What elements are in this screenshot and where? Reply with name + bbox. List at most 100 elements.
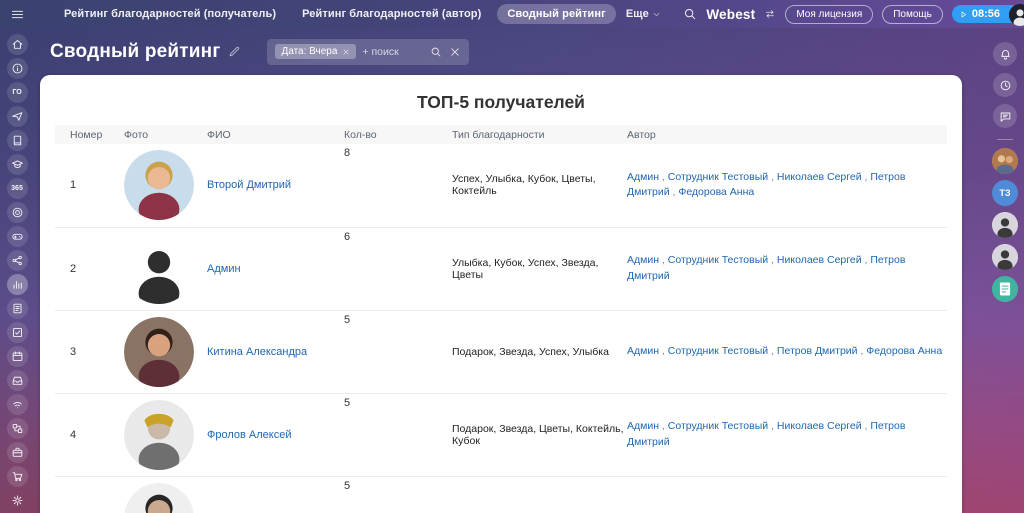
- document-icon: [11, 302, 24, 315]
- ranking-table-wrap: НомерФотоФИОКол-воТип благодарностиАвтор…: [40, 125, 962, 513]
- sidebar-item-settings[interactable]: [7, 490, 28, 511]
- author-link[interactable]: Николаев Сергей: [777, 254, 862, 266]
- chat-avatar-0[interactable]: [992, 148, 1018, 174]
- tab-1[interactable]: Рейтинг благодарностей (автор): [292, 4, 491, 24]
- recipient-link[interactable]: Китина Александра: [207, 346, 307, 358]
- more-label: Еще: [626, 8, 649, 20]
- author-link[interactable]: Федорова Анна: [866, 345, 942, 357]
- sidebar-item-company[interactable]: [7, 442, 28, 463]
- filter-chip[interactable]: Дата: Вчера: [275, 44, 356, 59]
- author-link[interactable]: Федорова Анна: [678, 186, 754, 198]
- cell-count: 8: [342, 144, 450, 227]
- filter-search-input[interactable]: [362, 46, 424, 58]
- timer-label: 08:56: [972, 8, 1000, 20]
- sidebar-item-go[interactable]: ГО: [7, 82, 28, 103]
- author-link[interactable]: Петров Дмитрий: [777, 345, 858, 357]
- home-icon: [11, 38, 24, 51]
- sidebar-item-games[interactable]: [7, 226, 28, 247]
- user-avatar[interactable]: [1009, 4, 1024, 26]
- row-photo[interactable]: [124, 317, 194, 387]
- row-photo[interactable]: [124, 150, 194, 220]
- row-photo[interactable]: [124, 234, 194, 304]
- author-link[interactable]: Сотрудник Тестовый: [668, 345, 768, 357]
- timer-button[interactable]: 08:56: [952, 5, 1020, 23]
- author-link[interactable]: Админ: [627, 345, 659, 357]
- pencil-icon[interactable]: [228, 45, 241, 58]
- tab-2[interactable]: Сводный рейтинг: [497, 4, 615, 24]
- sidebar-item-news[interactable]: [7, 298, 28, 319]
- sidebar-item-dove[interactable]: [7, 106, 28, 127]
- sidebar-item-feed[interactable]: [7, 58, 28, 79]
- table-row: 3Китина Александра5Подарок, Звезда, Успе…: [55, 310, 947, 393]
- sidebar-item-rating[interactable]: [7, 274, 28, 295]
- cell-types: Подарок, Звезда, Успех, Улыбка: [450, 310, 625, 393]
- tab-more[interactable]: Еще: [616, 4, 671, 24]
- chat-avatar-2[interactable]: [992, 212, 1018, 238]
- sidebar-item-knowledge[interactable]: [7, 130, 28, 151]
- row-photo[interactable]: [124, 483, 194, 513]
- chat-avatar-1[interactable]: ТЗ: [992, 180, 1018, 206]
- cell-number: [55, 476, 122, 513]
- sidebar-item-market[interactable]: [7, 466, 28, 487]
- author-link[interactable]: Николаев Сергей: [777, 420, 862, 432]
- recipient-link[interactable]: Админ: [207, 263, 241, 275]
- cell-photo: [122, 310, 205, 393]
- author-link[interactable]: Админ: [627, 171, 659, 183]
- gamepad-icon: [11, 230, 24, 243]
- chat-avatar-3[interactable]: [992, 244, 1018, 270]
- author-link[interactable]: Сотрудник Тестовый: [668, 420, 768, 432]
- left-sidebar: ГО 365: [0, 28, 34, 513]
- author-separator: ,: [659, 254, 668, 266]
- row-photo[interactable]: [124, 400, 194, 470]
- cell-number: 4: [55, 393, 122, 476]
- filter-bar[interactable]: Дата: Вчера: [267, 39, 469, 65]
- sidebar-item-processes[interactable]: [7, 418, 28, 439]
- cell-authors: Админ , Сотрудник Тестовый , Николаев Се…: [625, 144, 947, 227]
- menu-button[interactable]: [0, 7, 34, 22]
- filter-search-icon[interactable]: [430, 46, 442, 58]
- sidebar-item-rewards[interactable]: [7, 202, 28, 223]
- column-header-1: Фото: [122, 125, 205, 144]
- main-area: Сводный рейтинг Дата: Вчера ТОП-5 получа…: [34, 28, 986, 513]
- chip-close-icon[interactable]: [342, 48, 350, 56]
- sidebar-item-365[interactable]: 365: [7, 178, 28, 199]
- brand-label[interactable]: Webest: [706, 7, 755, 22]
- page-header: Сводный рейтинг Дата: Вчера: [40, 28, 962, 75]
- ranking-table: НомерФотоФИОКол-воТип благодарностиАвтор…: [55, 125, 947, 513]
- author-separator: ,: [659, 420, 668, 432]
- author-separator: ,: [768, 254, 777, 266]
- sidebar-item-network[interactable]: [7, 394, 28, 415]
- search-icon[interactable]: [683, 7, 697, 21]
- graduation-icon: [11, 158, 24, 171]
- cell-number: 1: [55, 144, 122, 227]
- sidebar-item-education[interactable]: [7, 154, 28, 175]
- sidebar-item-drive[interactable]: [7, 370, 28, 391]
- author-link[interactable]: Админ: [627, 420, 659, 432]
- cell-number: 2: [55, 227, 122, 310]
- author-link[interactable]: Николаев Сергей: [777, 171, 862, 183]
- license-button[interactable]: Моя лицензия: [785, 5, 873, 24]
- author-link[interactable]: Админ: [627, 254, 659, 266]
- author-link[interactable]: Сотрудник Тестовый: [668, 254, 768, 266]
- messenger-button[interactable]: [993, 104, 1017, 128]
- filter-clear-icon[interactable]: [449, 46, 461, 58]
- dove-icon: [11, 110, 24, 123]
- author-link[interactable]: Сотрудник Тестовый: [668, 171, 768, 183]
- history-button[interactable]: [993, 73, 1017, 97]
- recipient-link[interactable]: Второй Дмитрий: [207, 179, 291, 191]
- page-title: Сводный рейтинг: [50, 41, 220, 63]
- sidebar-item-home[interactable]: [7, 34, 28, 55]
- filter-actions: [430, 46, 461, 58]
- help-button[interactable]: Помощь: [882, 5, 943, 24]
- notifications-button[interactable]: [993, 42, 1017, 66]
- cell-authors: Админ , Сотрудник Тестовый , Петров Дмит…: [625, 310, 947, 393]
- chevron-down-icon: [652, 10, 661, 19]
- recipient-link[interactable]: Фролов Алексей: [207, 429, 292, 441]
- tab-0[interactable]: Рейтинг благодарностей (получатель): [54, 4, 286, 24]
- sidebar-item-apps[interactable]: [7, 250, 28, 271]
- sidebar-item-calendar[interactable]: [7, 346, 28, 367]
- chat-avatar-4[interactable]: [992, 276, 1018, 302]
- sidebar-item-tasks[interactable]: [7, 322, 28, 343]
- switch-icon[interactable]: [764, 8, 776, 20]
- column-header-5: Автор: [625, 125, 947, 144]
